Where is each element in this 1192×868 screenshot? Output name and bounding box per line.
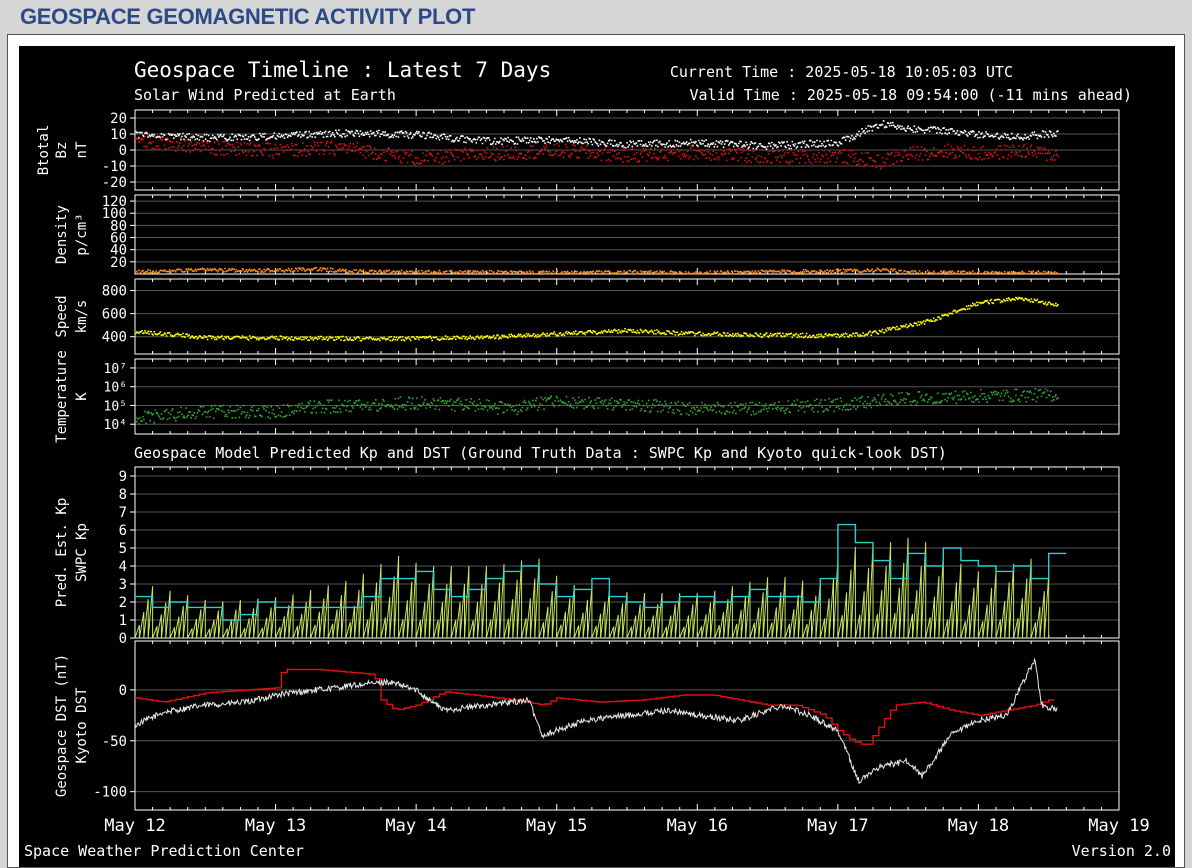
x-tick-label: May 14 — [385, 816, 446, 836]
y-tick-label: 9 — [119, 469, 127, 485]
y-axis-label: Kyoto DST — [74, 687, 90, 763]
y-tick-label: 0 — [119, 683, 127, 699]
y-tick-label: 10⁵ — [104, 399, 127, 414]
x-tick-label: May 15 — [526, 816, 587, 836]
x-tick-label: May 12 — [104, 816, 165, 836]
y-tick-label: 20 — [110, 111, 127, 127]
y-tick-label: 6 — [119, 523, 127, 539]
y-tick-label: 10⁷ — [104, 362, 127, 377]
y-tick-label: 3 — [119, 577, 127, 593]
y-axis-label: Speed — [54, 295, 70, 337]
y-tick-label: 800 — [102, 284, 127, 300]
chart-title: Geospace Timeline : Latest 7 Days — [134, 58, 551, 82]
y-axis-label: km/s — [74, 300, 90, 334]
y-axis-label: p/cm³ — [74, 213, 90, 255]
y-tick-label: -100 — [93, 785, 127, 801]
x-tick-label: May 13 — [245, 816, 306, 836]
y-tick-label: 120 — [102, 194, 127, 210]
footer-left: Space Weather Prediction Center — [24, 842, 304, 860]
y-tick-label: 4 — [119, 559, 127, 575]
y-tick-label: 7 — [119, 505, 127, 521]
y-tick-label: 10 — [110, 127, 127, 143]
y-axis-label: SWPC Kp — [74, 523, 90, 582]
y-axis-label: Pred. Est. Kp — [54, 498, 70, 608]
y-tick-label: 8 — [119, 487, 127, 503]
plot-frame: Geospace Timeline : Latest 7 Days Solar … — [7, 34, 1185, 868]
y-tick-label: 2 — [119, 595, 127, 611]
y-tick-label: 600 — [102, 307, 127, 323]
y-tick-label: 0 — [119, 631, 127, 647]
x-tick-label: May 16 — [667, 816, 728, 836]
y-axis-label: nT — [74, 141, 90, 158]
current-time: Current Time : 2025-05-18 10:05:03 UTC — [670, 63, 1013, 81]
y-tick-label: -10 — [102, 159, 127, 175]
y-axis-label: Density — [54, 205, 70, 264]
y-tick-label: 5 — [119, 541, 127, 557]
x-tick-label: May 17 — [807, 816, 868, 836]
y-tick-label: 10⁴ — [104, 418, 127, 433]
y-tick-label: 400 — [102, 330, 127, 346]
y-axis-label: Btotal — [36, 125, 52, 176]
y-tick-label: 1 — [119, 613, 127, 629]
kp-dst-section-title: Geospace Model Predicted Kp and DST (Gro… — [134, 444, 947, 462]
y-axis-label: Geospace DST (nT) — [54, 654, 70, 797]
y-axis-label: K — [74, 392, 90, 401]
y-tick-label: -50 — [102, 734, 127, 750]
x-tick-label: May 18 — [948, 816, 1009, 836]
y-tick-label: 10⁶ — [104, 381, 127, 396]
y-axis-label: Bz — [54, 142, 70, 159]
y-tick-label: 0 — [119, 143, 127, 159]
geospace-timeline-plot: Geospace Timeline : Latest 7 Days Solar … — [19, 46, 1175, 867]
y-tick-label: -20 — [102, 175, 127, 191]
valid-time: Valid Time : 2025-05-18 09:54:00 (-11 mi… — [689, 86, 1132, 104]
footer-right: Version 2.0 — [1072, 842, 1171, 860]
page-title: GEOSPACE GEOMAGNETIC ACTIVITY PLOT — [20, 4, 476, 29]
y-axis-label: Temperature — [54, 350, 70, 443]
chart-subtitle: Solar Wind Predicted at Earth — [134, 86, 396, 104]
x-tick-label: May 19 — [1088, 816, 1149, 836]
